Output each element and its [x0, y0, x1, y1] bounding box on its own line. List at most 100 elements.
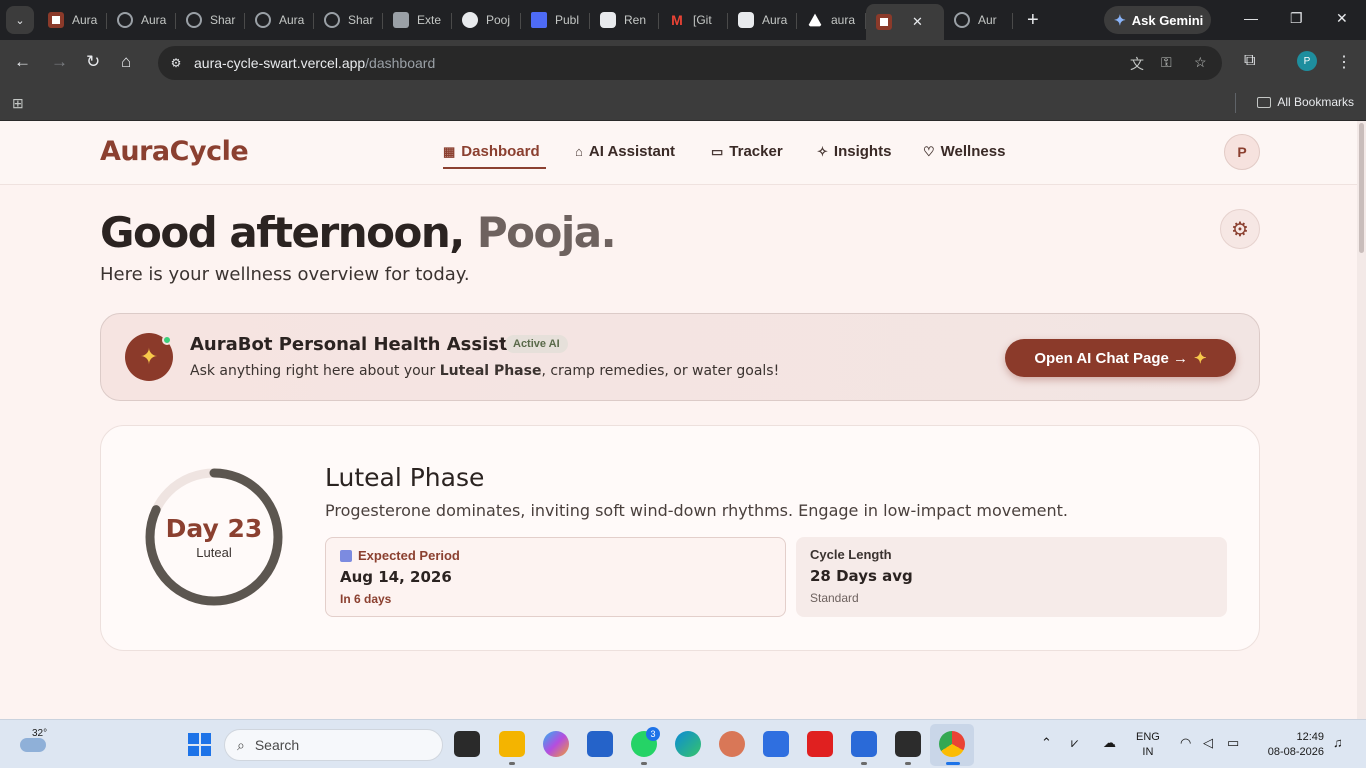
nav-ai-assistant[interactable]: ⌂ AI Assistant [575, 143, 675, 160]
nav-tracker[interactable]: ▭ Tracker [711, 143, 783, 160]
expected-period-date: Aug 14, 2026 [340, 568, 452, 586]
copilot-icon[interactable] [543, 731, 569, 757]
arc-icon[interactable] [851, 731, 877, 757]
taskbar-search[interactable]: ⌕ Search [224, 729, 443, 761]
volume-icon[interactable]: ◁ [1203, 735, 1213, 751]
browser-tab-active[interactable]: ✕ [866, 4, 944, 40]
browser-tab[interactable]: Aur [944, 3, 1013, 37]
browser-tab[interactable]: Publ [521, 3, 590, 37]
language-indicator[interactable]: ENG IN [1136, 730, 1160, 760]
profile-avatar[interactable]: P [1297, 51, 1317, 71]
divider [1235, 93, 1237, 113]
omnibox[interactable]: ⚙ aura-cycle-swart.vercel.app/dashboard … [158, 46, 1222, 80]
gmail-icon: M [671, 12, 683, 28]
system-clock[interactable]: 12:49 08-08-2026 [1258, 730, 1324, 760]
chrome-icon[interactable] [939, 731, 965, 757]
browser-tab[interactable]: Aura [245, 3, 314, 37]
forward-icon[interactable]: → [51, 52, 68, 72]
logo-tile [200, 733, 211, 744]
settings-button[interactable]: ⚙ [1220, 209, 1260, 249]
cycle-phase-card: Day 23 Luteal Luteal Phase Progesterone … [100, 425, 1260, 651]
running-indicator [905, 762, 911, 765]
running-indicator [861, 762, 867, 765]
logo-tile [188, 733, 199, 744]
open-ai-chat-button[interactable]: Open AI Chat Page → ✦ [1005, 339, 1236, 377]
wifi-icon[interactable]: ◠ [1180, 735, 1191, 751]
translate-icon[interactable]: 文 [1130, 54, 1144, 74]
close-tab-icon[interactable]: ✕ [912, 14, 923, 30]
back-icon[interactable]: ← [14, 52, 31, 72]
ring-phase-name: Luteal [196, 545, 232, 560]
file-explorer-icon[interactable] [499, 731, 525, 757]
restore-icon[interactable]: ❐ [1290, 10, 1303, 27]
active-ai-badge: Active AI [505, 335, 568, 353]
brand-logo[interactable]: AuraCycle [100, 136, 249, 167]
start-button[interactable] [188, 733, 211, 756]
wps-icon[interactable] [807, 731, 833, 757]
weather-temperature[interactable]: 32° [32, 728, 47, 739]
scroll-thumb[interactable] [1359, 123, 1364, 253]
bookmark-star-icon[interactable]: ☆ [1194, 54, 1207, 71]
tab-search-dropdown[interactable]: ⌄ [6, 6, 34, 34]
puzzle-icon [393, 12, 409, 28]
browser-tab[interactable]: Aura [107, 3, 176, 37]
chevron-up-icon[interactable]: ⌃ [1041, 735, 1052, 751]
nav-insights[interactable]: ✧ Insights [817, 143, 891, 160]
app-header: AuraCycle ▦ Dashboard ⌂ AI Assistant ▭ Trac… [0, 121, 1357, 185]
extensions-icon[interactable]: ⧉ [1244, 52, 1255, 70]
onedrive-icon[interactable]: ☁ [1103, 735, 1116, 751]
close-window-icon[interactable]: ✕ [1336, 10, 1348, 27]
github-icon [462, 12, 478, 28]
aura-favicon [48, 12, 64, 28]
page-viewport: AuraCycle ▦ Dashboard ⌂ AI Assistant ▭ Trac… [0, 121, 1366, 719]
store-icon[interactable] [587, 731, 613, 757]
publish-icon [531, 12, 547, 28]
all-bookmarks-button[interactable]: All Bookmarks [1235, 93, 1354, 113]
nav-wellness[interactable]: ♡ Wellness [923, 143, 1005, 160]
terminal-icon[interactable] [895, 731, 921, 757]
browser-tab[interactable]: M [Git [659, 3, 728, 37]
globe-icon [117, 12, 133, 28]
cycle-length-label: Cycle Length [810, 547, 892, 562]
site-info-icon[interactable]: ⚙ [166, 53, 186, 73]
running-indicator [946, 762, 960, 765]
globe-icon [255, 12, 271, 28]
password-key-icon[interactable]: ⚿ [1161, 54, 1172, 71]
browser-tab[interactable]: Aura [38, 3, 107, 37]
browser-tab[interactable]: Ren [590, 3, 659, 37]
edge-icon[interactable] [675, 731, 701, 757]
minimize-icon[interactable]: — [1244, 10, 1258, 26]
browser-tab[interactable]: Aura [728, 3, 797, 37]
browser-tab[interactable]: Shar [176, 3, 245, 37]
browser-tab[interactable]: Shar [314, 3, 383, 37]
menu-kebab-icon[interactable]: ⋮ [1336, 52, 1352, 72]
expected-period-countdown: In 6 days [340, 592, 392, 606]
home-icon[interactable]: ⌂ [121, 52, 131, 72]
tray-app-icon[interactable]: ⩗ [1071, 735, 1078, 751]
running-indicator [641, 762, 647, 765]
user-avatar[interactable]: P [1224, 134, 1260, 170]
browser-tab[interactable]: aura [797, 3, 866, 37]
task-view-icon[interactable] [454, 731, 480, 757]
apps-grid-icon[interactable]: ⊞ [12, 95, 24, 112]
tab-list: Aura Aura Shar Aura Shar Exte Pooj Publ … [38, 0, 1013, 40]
windows-taskbar: 32° ⌕ Search 3 ⌃ ⩗ ☁ ENG IN ◠ ◁ ▭ 12:49 08-… [0, 719, 1366, 768]
new-tab-button[interactable]: + [1027, 9, 1039, 32]
notification-bell-icon[interactable]: ♫ [1333, 735, 1343, 750]
claude-icon[interactable] [719, 731, 745, 757]
phase-description: Progesterone dominates, inviting soft wi… [325, 501, 1069, 520]
url-text[interactable]: aura-cycle-swart.vercel.app/dashboard [194, 55, 435, 71]
reload-icon[interactable]: ↻ [86, 52, 100, 72]
browser-tab[interactable]: Pooj [452, 3, 521, 37]
todo-icon[interactable] [763, 731, 789, 757]
browser-tab[interactable]: Exte [383, 3, 452, 37]
gemini-icon: ✦ [1114, 11, 1126, 28]
cycle-day: Day 23 [165, 514, 263, 543]
logo-tile [200, 745, 211, 756]
battery-icon[interactable]: ▭ [1227, 735, 1239, 751]
weather-cloud-icon[interactable] [20, 738, 46, 752]
page-scrollbar[interactable] [1357, 121, 1366, 719]
nav-dashboard[interactable]: ▦ Dashboard [443, 143, 540, 160]
ask-gemini-button[interactable]: ✦ Ask Gemini [1104, 6, 1211, 34]
calendar-icon [340, 549, 352, 562]
